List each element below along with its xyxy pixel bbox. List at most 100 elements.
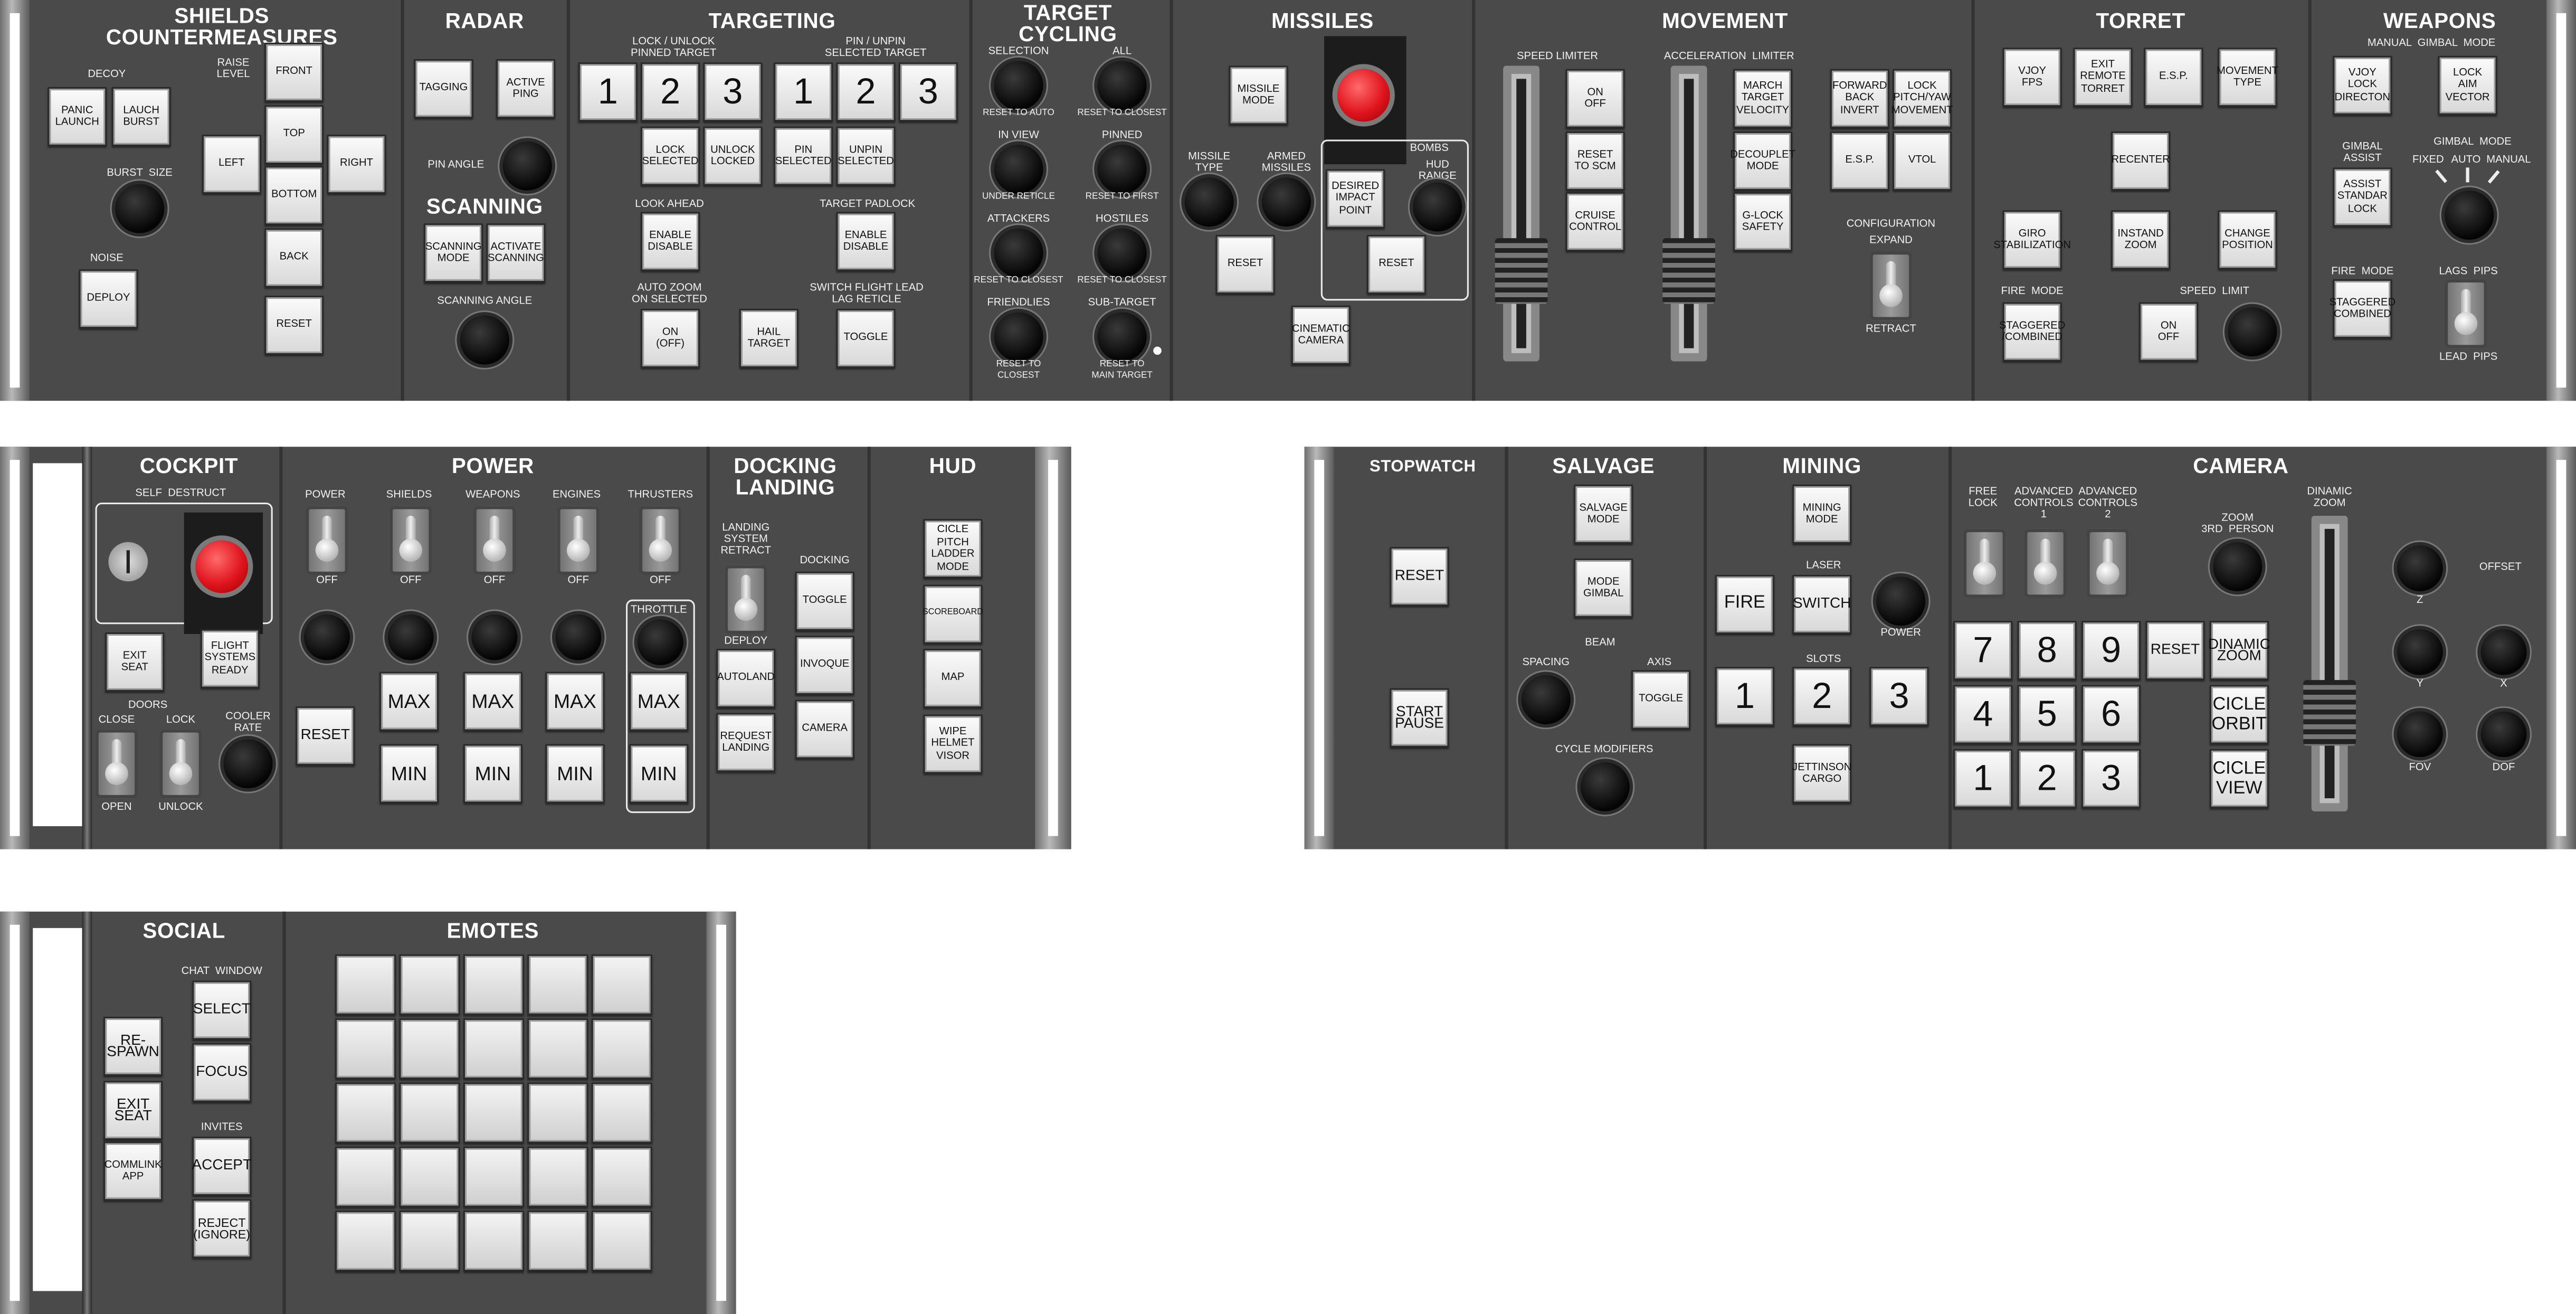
landing-gear-toggle-2[interactable] <box>724 565 767 634</box>
tagging-button[interactable]: TAGGING <box>414 59 473 119</box>
emote-button[interactable] <box>591 1018 652 1080</box>
emote-button[interactable] <box>335 1211 396 1272</box>
offset-y-knob[interactable] <box>2397 629 2443 675</box>
map-button[interactable]: MAP <box>923 648 983 708</box>
keypad-9-button[interactable]: 9 <box>2081 621 2141 680</box>
lock-selected-button[interactable]: LOCK SELECTED <box>641 126 700 186</box>
request-landing-button[interactable]: REQUEST LANDING <box>716 713 776 772</box>
autoland-button[interactable]: AUTOLAND <box>716 648 776 708</box>
salvage-mode-button[interactable]: SALVAGE MODE <box>1574 484 1633 544</box>
lag-reticle-toggle-button[interactable]: TOGGLE <box>836 308 896 368</box>
hostiles-knob[interactable] <box>1097 228 1147 278</box>
desired-impact-button[interactable]: DESIRED IMPACT POINT <box>1326 169 1385 229</box>
reject-invite-button[interactable]: REJECT (IGNORE) <box>192 1199 252 1259</box>
shield-reset-button[interactable]: RESET <box>264 296 324 355</box>
shield-back-button[interactable]: BACK <box>264 228 324 288</box>
mining-power-knob[interactable] <box>1876 576 1926 626</box>
dinamic-zoom-button[interactable]: DINAMIC ZOOM <box>2208 621 2270 680</box>
scoreboard-button[interactable]: SCOREBOARD <box>923 584 983 644</box>
emote-button[interactable] <box>463 1018 525 1080</box>
adv-controls-1-toggle[interactable] <box>2024 528 2067 598</box>
dinamic-zoom-slider[interactable] <box>2303 515 2356 811</box>
wipe-visor-button[interactable]: WIPE HELMET VISOR <box>923 714 983 774</box>
emote-button[interactable] <box>527 1082 588 1143</box>
keypad-6-button[interactable]: 6 <box>2081 685 2141 744</box>
emote-button[interactable] <box>463 1082 525 1143</box>
pin-angle-knob[interactable] <box>502 141 552 191</box>
glock-safety-button[interactable]: G-LOCK SAFETY <box>1733 192 1793 252</box>
in-view-knob[interactable] <box>994 144 1043 194</box>
vjoy-fps-button[interactable]: VJOY FPS <box>2002 48 2062 107</box>
slot-1-button[interactable]: 1 <box>1715 667 1774 726</box>
pips-toggle[interactable] <box>2444 279 2487 348</box>
burst-size-knob[interactable] <box>115 184 165 233</box>
friendlies-knob[interactable] <box>994 312 1043 362</box>
emote-button[interactable] <box>591 1211 652 1272</box>
engines-power-knob[interactable] <box>555 614 602 660</box>
armed-missiles-knob[interactable] <box>1261 177 1311 227</box>
axis-toggle-button[interactable]: TOGGLE <box>1631 670 1691 730</box>
pin-selected-button[interactable]: PIN SELECTED <box>774 126 833 186</box>
landing-gear-toggle[interactable] <box>1869 251 1913 320</box>
emote-button[interactable] <box>399 1018 460 1080</box>
emote-button[interactable] <box>591 1082 652 1143</box>
forward-back-invert-button[interactable]: FORWARD BACK INVERT <box>1830 69 1889 128</box>
hail-target-button[interactable]: HAIL TARGET <box>739 308 799 368</box>
shields-max-button[interactable]: MAX <box>463 672 522 731</box>
thrusters-power-toggle[interactable] <box>639 506 682 575</box>
emote-button[interactable] <box>527 954 588 1015</box>
camera-reset-button[interactable]: RESET <box>2145 621 2205 680</box>
vtol-button[interactable]: VTOL <box>1893 131 1952 191</box>
throttle-knob[interactable] <box>637 619 683 666</box>
decoupled-mode-button[interactable]: DECOUPLET MODE <box>1730 131 1795 191</box>
scanning-angle-knob[interactable] <box>460 315 509 365</box>
torret-speed-onoff-button[interactable]: ON OFF <box>2138 302 2199 362</box>
mining-fire-button[interactable]: FIRE <box>1715 574 1774 634</box>
emote-button[interactable] <box>591 1146 652 1207</box>
self-destruct-key[interactable] <box>108 542 148 582</box>
emote-button[interactable] <box>527 1211 588 1272</box>
lock-target-3-button[interactable]: 3 <box>703 62 763 122</box>
power-min-button[interactable]: MIN <box>379 744 439 803</box>
cycle-modifiers-knob[interactable] <box>1580 762 1630 811</box>
unlock-locked-button[interactable]: UNLOCK LOCKED <box>703 126 763 186</box>
keypad-8-button[interactable]: 8 <box>2017 621 2077 680</box>
self-destruct-button[interactable] <box>195 540 249 593</box>
keypad-4-button[interactable]: 4 <box>1953 685 2013 744</box>
missile-reset-button[interactable]: RESET <box>1215 234 1275 294</box>
missile-mode-button[interactable]: MISSILE MODE <box>1229 65 1288 125</box>
zoom-3rd-knob[interactable] <box>2213 542 2263 592</box>
shield-right-button[interactable]: RIGHT <box>327 135 386 194</box>
weapons-min-button[interactable]: MIN <box>545 744 605 803</box>
emote-button[interactable] <box>399 954 460 1015</box>
weapons-staggered-button[interactable]: STAGGERED COMBINED <box>2330 279 2396 338</box>
commlink-app-button[interactable]: COMMLINK APP <box>103 1141 163 1201</box>
speed-limit-knob[interactable] <box>2228 307 2277 357</box>
shields-power-toggle[interactable] <box>389 506 432 575</box>
panic-launch-button[interactable]: PANIC LAUNCH <box>47 87 107 146</box>
keypad-7-button[interactable]: 7 <box>1953 621 2013 680</box>
pin-target-1-button[interactable]: 1 <box>774 62 833 122</box>
social-exit-seat-button[interactable]: EXIT SEAT <box>103 1081 163 1140</box>
cockpit-exit-seat-button[interactable]: EXIT SEAT <box>105 632 165 692</box>
dof-knob[interactable] <box>2480 711 2527 758</box>
emote-button[interactable] <box>463 954 525 1015</box>
speed-limiter-onoff-button[interactable]: ON OFF <box>1565 69 1625 128</box>
match-velocity-button[interactable]: MARCH TARGET VELOCITY <box>1733 69 1793 128</box>
keypad-3-button[interactable]: 3 <box>2081 749 2141 808</box>
offset-x-knob[interactable] <box>2480 629 2527 675</box>
pin-target-2-button[interactable]: 2 <box>836 62 896 122</box>
emote-button[interactable] <box>527 1146 588 1207</box>
hud-range-knob[interactable] <box>1413 182 1462 232</box>
active-ping-button[interactable]: ACTIVE PING <box>496 59 556 119</box>
movement-esp-button[interactable]: E.S.P. <box>1830 131 1889 191</box>
assist-standard-lock-button[interactable]: ASSIST STANDAR LOCK <box>2333 167 2392 227</box>
mode-gimbal-button[interactable]: MODE GIMBAL <box>1574 558 1633 618</box>
keypad-1-button[interactable]: 1 <box>1953 749 2013 808</box>
chat-focus-button[interactable]: FOCUS <box>192 1043 252 1102</box>
shields-power-knob[interactable] <box>387 614 434 660</box>
power-toggle[interactable] <box>305 506 348 575</box>
emote-button[interactable] <box>335 1082 396 1143</box>
offset-z-knob[interactable] <box>2397 545 2443 592</box>
emote-button[interactable] <box>463 1146 525 1207</box>
